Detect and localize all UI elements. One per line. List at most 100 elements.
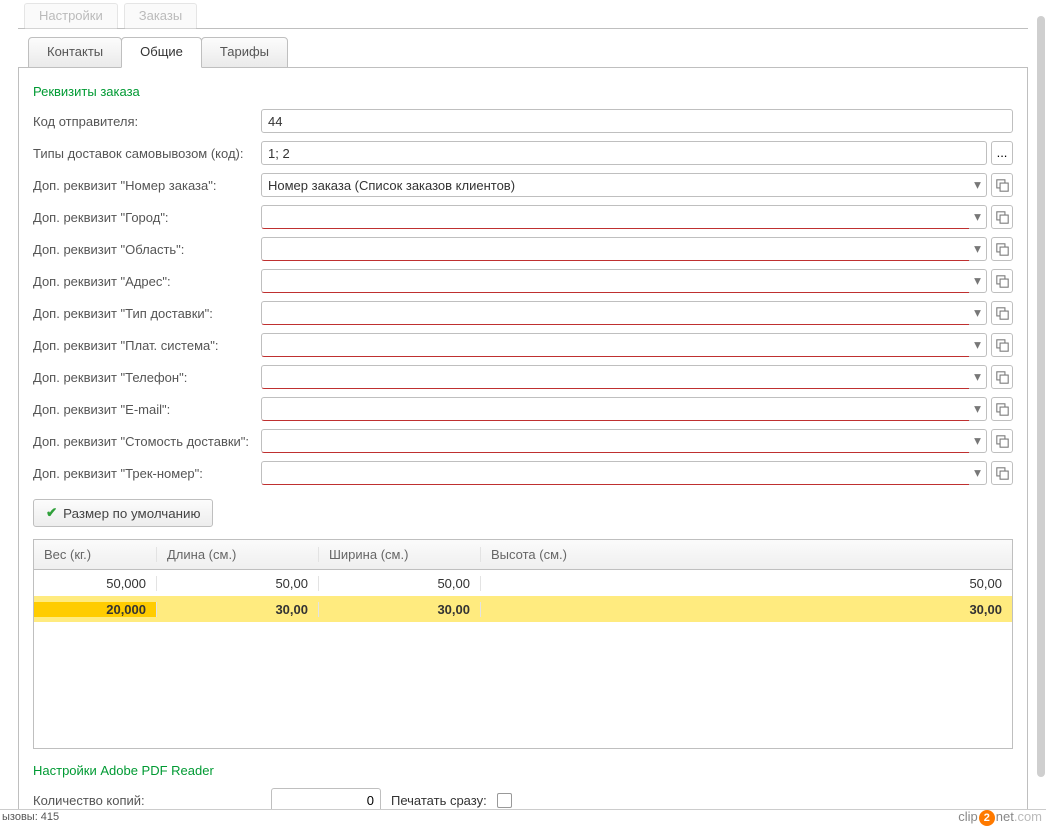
label-order-no: Доп. реквизит "Номер заказа": [33, 178, 261, 193]
pay-system-open-button[interactable] [991, 333, 1013, 357]
section-order-details: Реквизиты заказа [33, 84, 1013, 99]
section-pdf-settings: Настройки Adobe PDF Reader [33, 763, 1013, 778]
city-select[interactable] [261, 205, 972, 229]
track-dropdown-button[interactable]: ▾ [969, 461, 987, 485]
delivery-type-select[interactable] [261, 301, 972, 325]
address-open-button[interactable] [991, 269, 1013, 293]
phone-dropdown-button[interactable]: ▾ [969, 365, 987, 389]
address-select[interactable] [261, 269, 972, 293]
label-address: Доп. реквизит "Адрес": [33, 274, 261, 289]
open-icon [996, 211, 1009, 224]
label-delivery-cost: Доп. реквизит "Стомость доставки": [33, 434, 261, 449]
logo-part: net [996, 809, 1014, 824]
address-dropdown-button[interactable]: ▾ [969, 269, 987, 293]
col-width[interactable]: Ширина (см.) [319, 547, 481, 562]
delivery-type-dropdown-button[interactable]: ▾ [969, 301, 987, 325]
email-dropdown-button[interactable]: ▾ [969, 397, 987, 421]
region-dropdown-button[interactable]: ▾ [969, 237, 987, 261]
col-height[interactable]: Высота (см.) [481, 547, 1012, 562]
chevron-down-icon: ▾ [974, 465, 981, 481]
label-copies: Количество копий: [33, 793, 261, 808]
label-sender-code: Код отправителя: [33, 114, 261, 129]
tab-tariffs[interactable]: Тарифы [201, 37, 288, 68]
label-phone: Доп. реквизит "Телефон": [33, 370, 261, 385]
order-no-dropdown-button[interactable]: ▾ [969, 173, 987, 197]
col-length[interactable]: Длина (см.) [157, 547, 319, 562]
track-select[interactable] [261, 461, 972, 485]
label-pay-system: Доп. реквизит "Плат. система": [33, 338, 261, 353]
label-email: Доп. реквизит "E-mail": [33, 402, 261, 417]
grid-cell[interactable]: 30,00 [481, 602, 1012, 617]
logo-part: clip [958, 809, 978, 824]
delivery-cost-select[interactable] [261, 429, 972, 453]
pickup-types-ellipsis-button[interactable]: ... [991, 141, 1013, 165]
delivery-cost-open-button[interactable] [991, 429, 1013, 453]
label-region: Доп. реквизит "Область": [33, 242, 261, 257]
order-no-select[interactable] [261, 173, 972, 197]
phone-open-button[interactable] [991, 365, 1013, 389]
email-select[interactable] [261, 397, 972, 421]
chevron-down-icon: ▾ [974, 369, 981, 385]
label-print-now: Печатать сразу: [391, 793, 487, 808]
chevron-down-icon: ▾ [974, 305, 981, 321]
grid-row[interactable]: 50,000 50,00 50,00 50,00 [34, 570, 1012, 596]
region-select[interactable] [261, 237, 972, 261]
chevron-down-icon: ▾ [974, 433, 981, 449]
col-weight[interactable]: Вес (кг.) [34, 547, 157, 562]
grid-header: Вес (кг.) Длина (см.) Ширина (см.) Высот… [34, 540, 1012, 570]
outer-tabs: Настройки Заказы [0, 0, 1046, 28]
chevron-down-icon: ▾ [974, 177, 981, 193]
open-icon [996, 435, 1009, 448]
pay-system-dropdown-button[interactable]: ▾ [969, 333, 987, 357]
open-icon [996, 179, 1009, 192]
city-open-button[interactable] [991, 205, 1013, 229]
grid-cell[interactable]: 50,000 [34, 576, 157, 591]
sender-code-input[interactable] [261, 109, 1013, 133]
scrollbar[interactable] [1032, 16, 1046, 797]
pickup-types-input[interactable] [261, 141, 987, 165]
order-no-open-button[interactable] [991, 173, 1013, 197]
inner-tabs: Контакты Общие Тарифы [18, 29, 1028, 68]
open-icon [996, 339, 1009, 352]
logo-part: .com [1014, 809, 1042, 824]
clip2net-logo: clip2net.com [958, 809, 1042, 826]
tab-general[interactable]: Общие [121, 37, 202, 68]
default-size-button[interactable]: ✔ Размер по умолчанию [33, 499, 213, 527]
chevron-down-icon: ▾ [974, 241, 981, 257]
label-pickup-types: Типы доставок самовывозом (код): [33, 146, 261, 161]
grid-cell[interactable]: 20,000 [34, 602, 157, 617]
tab-contacts[interactable]: Контакты [28, 37, 122, 68]
grid-cell[interactable]: 50,00 [157, 576, 319, 591]
print-now-checkbox[interactable] [497, 793, 512, 808]
email-open-button[interactable] [991, 397, 1013, 421]
phone-select[interactable] [261, 365, 972, 389]
scrollbar-thumb[interactable] [1037, 16, 1045, 777]
chevron-down-icon: ▾ [974, 209, 981, 225]
open-icon [996, 275, 1009, 288]
open-icon [996, 371, 1009, 384]
logo-badge-icon: 2 [979, 810, 995, 826]
delivery-type-open-button[interactable] [991, 301, 1013, 325]
pay-system-select[interactable] [261, 333, 972, 357]
chevron-down-icon: ▾ [974, 273, 981, 289]
label-track: Доп. реквизит "Трек-номер": [33, 466, 261, 481]
grid-cell[interactable]: 50,00 [319, 576, 481, 591]
grid-cell[interactable]: 30,00 [157, 602, 319, 617]
city-dropdown-button[interactable]: ▾ [969, 205, 987, 229]
grid-row-selected[interactable]: 20,000 30,00 30,00 30,00 [34, 596, 1012, 622]
outer-tab[interactable]: Настройки [24, 3, 118, 29]
grid-cell[interactable]: 50,00 [481, 576, 1012, 591]
chevron-down-icon: ▾ [974, 337, 981, 353]
chevron-down-icon: ▾ [974, 401, 981, 417]
open-icon [996, 243, 1009, 256]
status-bar: ызовы: 415 [0, 809, 1046, 827]
region-open-button[interactable] [991, 237, 1013, 261]
label-delivery-type: Доп. реквизит "Тип доставки": [33, 306, 261, 321]
label-city: Доп. реквизит "Город": [33, 210, 261, 225]
check-icon: ✔ [46, 505, 57, 521]
delivery-cost-dropdown-button[interactable]: ▾ [969, 429, 987, 453]
track-open-button[interactable] [991, 461, 1013, 485]
dimensions-grid[interactable]: Вес (кг.) Длина (см.) Ширина (см.) Высот… [33, 539, 1013, 749]
outer-tab[interactable]: Заказы [124, 3, 197, 29]
grid-cell[interactable]: 30,00 [319, 602, 481, 617]
